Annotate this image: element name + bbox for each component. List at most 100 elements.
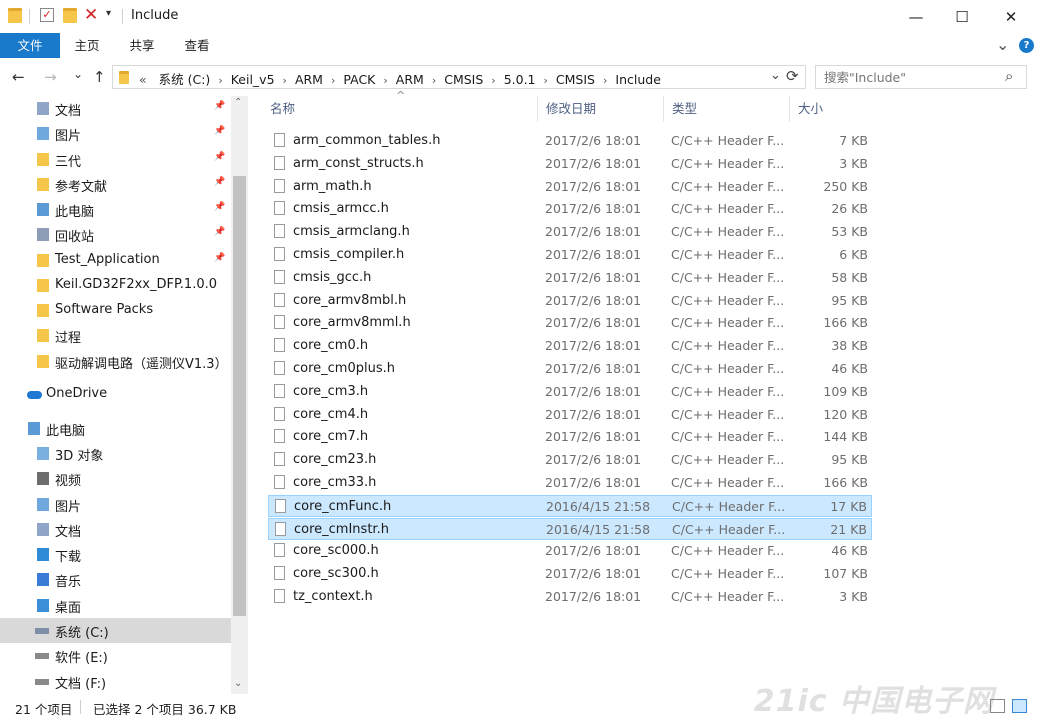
file-row[interactable]: cmsis_gcc.h 2017/2/6 18:01 C/C++ Header F.… <box>268 267 872 289</box>
breadcrumb-item[interactable]: 系统 (C:) <box>159 69 211 88</box>
sidebar-item[interactable]: 软件 (E:) <box>0 643 231 668</box>
sidebar-item[interactable]: OneDrive <box>0 382 231 407</box>
file-row[interactable]: core_cm23.h 2017/2/6 18:01 C/C++ Header F.… <box>268 449 872 471</box>
chevron-right-icon[interactable]: › <box>603 74 607 87</box>
chevron-right-icon[interactable]: › <box>491 74 495 87</box>
sidebar-item[interactable]: 桌面 <box>0 593 231 618</box>
close-button[interactable]: ✕ <box>988 0 1034 33</box>
details-view-icon[interactable] <box>990 699 1005 713</box>
file-row[interactable]: arm_common_tables.h 2017/2/6 18:01 C/C++ H… <box>268 130 872 152</box>
file-row[interactable]: arm_math.h 2017/2/6 18:01 C/C++ Header F..… <box>268 176 872 198</box>
address-dropdown-icon[interactable]: ⌄ <box>770 68 781 83</box>
address-bar[interactable]: « 系统 (C:) › Keil_v5 › ARM › PACK › ARM › CMSIS › 5.0… <box>112 65 806 89</box>
chevron-right-icon[interactable]: › <box>283 74 287 87</box>
breadcrumb-item[interactable]: 5.0.1 <box>504 72 536 87</box>
sidebar-item[interactable]: 文档 📌 <box>0 96 231 121</box>
breadcrumb-overflow[interactable]: « <box>139 72 147 87</box>
sidebar-item[interactable]: Test_Application 📌 <box>0 248 231 273</box>
pin-icon[interactable]: 📌 <box>214 202 225 212</box>
sidebar-item[interactable]: 3D 对象 <box>0 441 231 466</box>
column-type[interactable]: 类型 <box>664 96 790 122</box>
sidebar-item[interactable]: 文档 (F:) <box>0 669 231 694</box>
chevron-right-icon[interactable]: › <box>218 74 222 87</box>
breadcrumb-item[interactable]: PACK <box>343 72 375 87</box>
breadcrumb-item[interactable]: Keil_v5 <box>231 72 275 87</box>
sidebar-item[interactable]: Software Packs <box>0 298 231 323</box>
search-icon[interactable]: ⌕ <box>1005 67 1013 85</box>
refresh-button[interactable]: ⟳ <box>786 67 799 85</box>
help-icon[interactable]: ? <box>1019 38 1034 53</box>
column-name[interactable]: 名称 <box>262 96 538 122</box>
column-size[interactable]: 大小 <box>790 96 872 122</box>
sidebar-item[interactable]: 视频 <box>0 466 231 491</box>
sidebar-item[interactable]: 过程 <box>0 323 231 348</box>
chevron-right-icon[interactable]: › <box>383 74 387 87</box>
breadcrumb-item[interactable]: ARM <box>295 72 323 87</box>
forward-button[interactable]: → <box>44 68 57 86</box>
sidebar-item[interactable]: 文档 <box>0 517 231 542</box>
file-row[interactable]: core_cm4.h 2017/2/6 18:01 C/C++ Header F..… <box>268 404 872 426</box>
search-input[interactable] <box>822 69 1006 86</box>
file-row[interactable]: core_cm3.h 2017/2/6 18:01 C/C++ Header F..… <box>268 381 872 403</box>
tab-file[interactable]: 文件 <box>0 33 60 58</box>
breadcrumb-current[interactable]: Include <box>615 72 661 87</box>
sidebar-item[interactable]: 下载 <box>0 542 231 567</box>
file-row[interactable]: core_armv8mbl.h 2017/2/6 18:01 C/C++ Heade… <box>268 290 872 312</box>
sidebar-item[interactable]: 此电脑 <box>0 416 231 441</box>
sidebar-item[interactable]: Keil.GD32F2xx_DFP.1.0.0 <box>0 273 231 298</box>
file-row[interactable]: core_sc300.h 2017/2/6 18:01 C/C++ Header F… <box>268 563 872 585</box>
nav-scrollbar[interactable]: ⌃ ⌄ <box>231 96 248 694</box>
search-box[interactable]: ⌕ <box>815 65 1027 89</box>
maximize-button[interactable]: ☐ <box>939 0 985 33</box>
file-row[interactable]: core_cm0.h 2017/2/6 18:01 C/C++ Header F..… <box>268 335 872 357</box>
large-icons-view-icon[interactable] <box>1012 699 1027 713</box>
pin-icon[interactable]: 📌 <box>214 126 225 136</box>
file-row[interactable]: core_cm33.h 2017/2/6 18:01 C/C++ Header F.… <box>268 472 872 494</box>
file-row[interactable]: arm_const_structs.h 2017/2/6 18:01 C/C++ H… <box>268 153 872 175</box>
tab-share[interactable]: 共享 <box>114 33 170 58</box>
sidebar-item[interactable]: 参考文献 📌 <box>0 172 231 197</box>
delete-icon[interactable]: ✕ <box>84 5 100 25</box>
breadcrumb-item[interactable]: CMSIS <box>556 72 595 87</box>
pin-icon[interactable]: 📌 <box>214 152 225 162</box>
pin-icon[interactable]: 📌 <box>214 227 225 237</box>
column-date-modified[interactable]: 修改日期 <box>538 96 664 122</box>
sidebar-item[interactable]: 图片 📌 <box>0 121 231 146</box>
pin-icon[interactable]: 📌 <box>214 177 225 187</box>
sidebar-item[interactable]: 回收站 📌 <box>0 222 231 247</box>
new-folder-icon[interactable] <box>63 8 77 23</box>
customize-toolbar-icon[interactable]: ▾ <box>106 8 122 22</box>
expand-ribbon-icon[interactable]: ⌄ <box>996 35 1009 54</box>
breadcrumb-item[interactable]: ARM <box>396 72 424 87</box>
file-row[interactable]: core_armv8mml.h 2017/2/6 18:01 C/C++ Heade… <box>268 312 872 334</box>
pin-icon[interactable]: 📌 <box>214 101 225 111</box>
breadcrumb-item[interactable]: CMSIS <box>444 72 483 87</box>
chevron-right-icon[interactable]: › <box>432 74 436 87</box>
sidebar-item[interactable]: 三代 📌 <box>0 147 231 172</box>
pin-icon[interactable]: 📌 <box>214 253 225 263</box>
file-row[interactable]: core_cm7.h 2017/2/6 18:01 C/C++ Header F..… <box>268 426 872 448</box>
sidebar-item[interactable]: 图片 <box>0 492 231 517</box>
sidebar-item[interactable]: 音乐 <box>0 567 231 592</box>
scroll-down-icon[interactable]: ⌄ <box>234 678 242 689</box>
up-button[interactable]: ↑ <box>93 68 106 86</box>
minimize-button[interactable]: — <box>893 0 939 33</box>
sidebar-item[interactable]: 此电脑 📌 <box>0 197 231 222</box>
sidebar-item[interactable]: 驱动解调电路（遥测仪V1.3） <box>0 349 231 374</box>
properties-icon[interactable]: ✓ <box>40 8 54 22</box>
chevron-right-icon[interactable]: › <box>331 74 335 87</box>
tab-view[interactable]: 查看 <box>170 33 224 58</box>
file-row[interactable]: tz_context.h 2017/2/6 18:01 C/C++ Header F… <box>268 586 872 608</box>
file-row[interactable]: cmsis_armclang.h 2017/2/6 18:01 C/C++ Head… <box>268 221 872 243</box>
sidebar-item[interactable]: 系统 (C:) <box>0 618 231 643</box>
file-row[interactable]: core_cm0plus.h 2017/2/6 18:01 C/C++ Header… <box>268 358 872 380</box>
file-row[interactable]: core_sc000.h 2017/2/6 18:01 C/C++ Header F… <box>268 540 872 562</box>
chevron-right-icon[interactable]: › <box>544 74 548 87</box>
tab-home[interactable]: 主页 <box>60 33 114 58</box>
recent-locations-button[interactable]: ⌄ <box>73 67 83 81</box>
file-row[interactable]: core_cmInstr.h 2016/4/15 21:58 C/C++ Heade… <box>268 517 872 540</box>
file-row[interactable]: cmsis_armcc.h 2017/2/6 18:01 C/C++ Header … <box>268 198 872 220</box>
file-row[interactable]: core_cmFunc.h 2016/4/15 21:58 C/C++ Header… <box>268 494 872 517</box>
scrollbar-thumb[interactable] <box>233 176 246 616</box>
file-row[interactable]: cmsis_compiler.h 2017/2/6 18:01 C/C++ Head… <box>268 244 872 266</box>
